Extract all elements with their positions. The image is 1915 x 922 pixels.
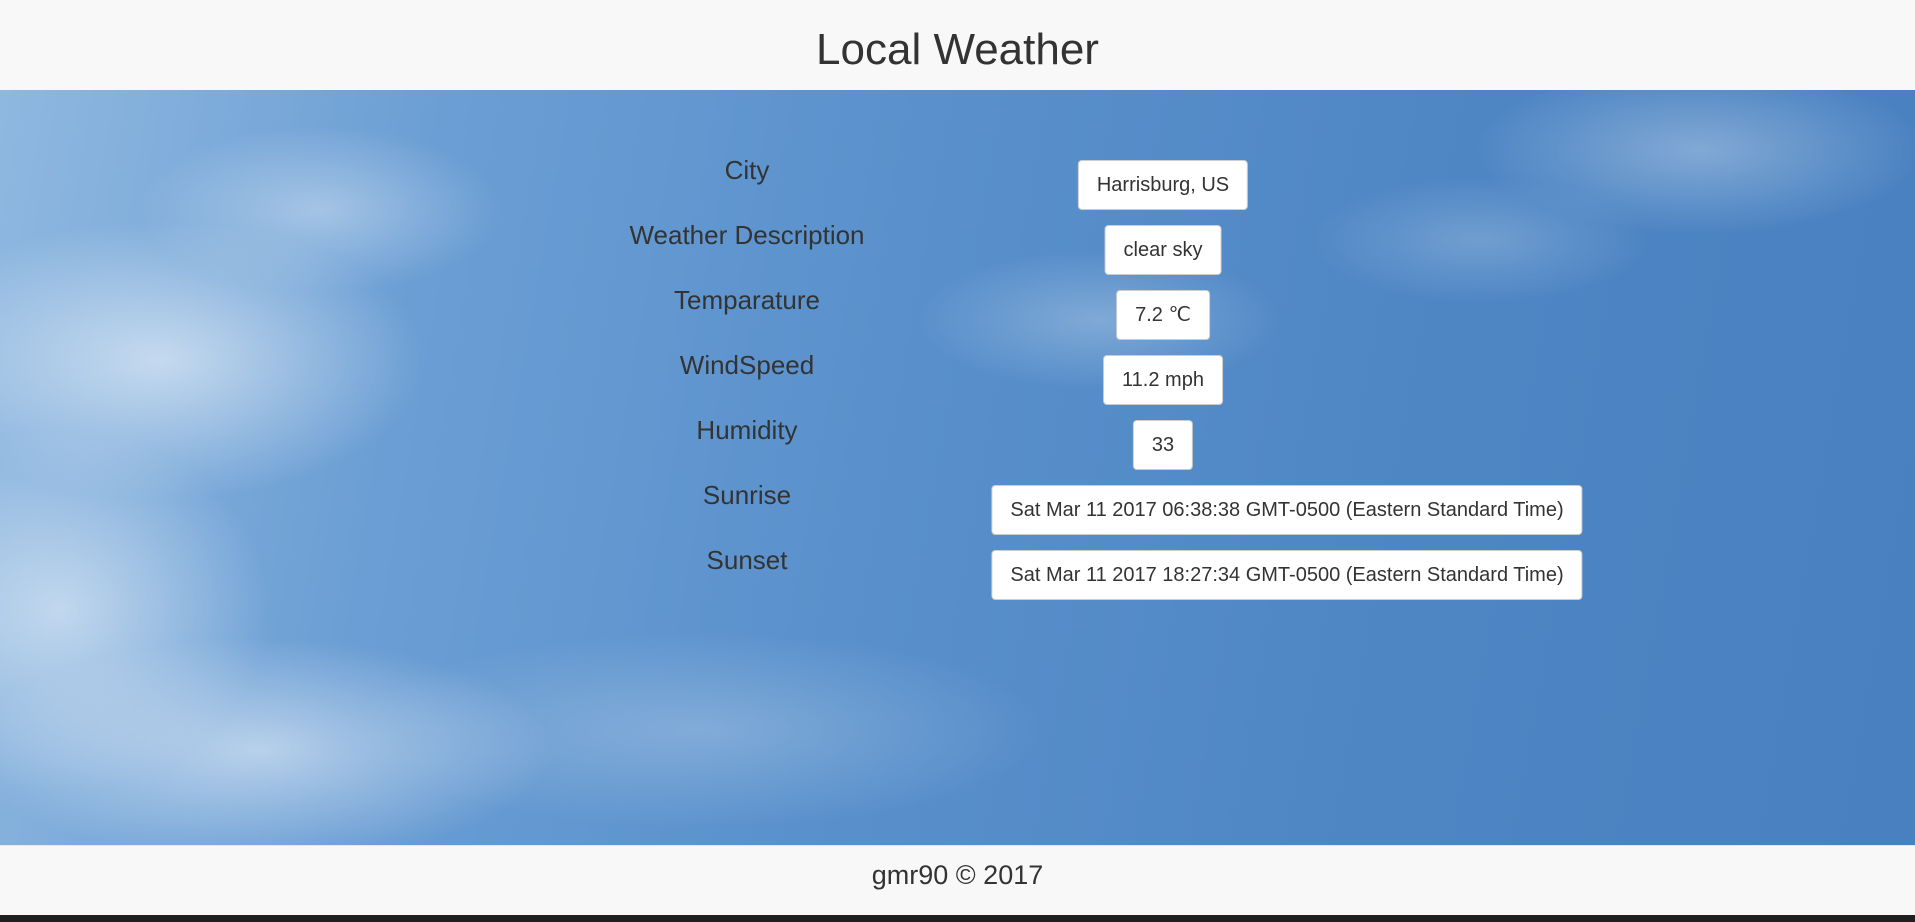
weather-row-description: Weather Description clear sky (0, 215, 1915, 280)
city-value: Harrisburg, US (1077, 160, 1249, 210)
sunset-value: Sat Mar 11 2017 18:27:34 GMT-0500 (Easte… (991, 550, 1583, 600)
weather-row-sunset: Sunset Sat Mar 11 2017 18:27:34 GMT-0500… (0, 540, 1915, 605)
page-header: Local Weather (0, 0, 1915, 90)
sunset-label: Sunset (706, 545, 788, 575)
os-taskbar-strip (0, 915, 1915, 922)
sky-background: City Harrisburg, US Weather Description … (0, 90, 1915, 845)
weather-row-temperature: Temparature 7.2 ℃ (0, 280, 1915, 345)
humidity-value: 33 (1132, 420, 1194, 470)
sunrise-value: Sat Mar 11 2017 06:38:38 GMT-0500 (Easte… (991, 485, 1583, 535)
copyright-text: gmr90 © 2017 (871, 860, 1044, 890)
temperature-value: 7.2 ℃ (1116, 290, 1210, 340)
page-footer: gmr90 © 2017 (0, 845, 1915, 916)
weather-description-value: clear sky (1104, 225, 1222, 275)
weather-row-city: City Harrisburg, US (0, 150, 1915, 215)
sunrise-label: Sunrise (702, 480, 792, 510)
weather-row-sunrise: Sunrise Sat Mar 11 2017 06:38:38 GMT-050… (0, 475, 1915, 540)
windspeed-label: WindSpeed (679, 350, 815, 380)
weather-row-humidity: Humidity 33 (0, 410, 1915, 475)
city-label: City (724, 155, 770, 185)
weather-row-windspeed: WindSpeed 11.2 mph (0, 345, 1915, 410)
temperature-label: Temparature (674, 285, 820, 315)
page-title: Local Weather (816, 25, 1099, 74)
weather-description-label: Weather Description (629, 220, 865, 250)
humidity-label: Humidity (696, 415, 798, 445)
windspeed-value: 11.2 mph (1103, 355, 1223, 405)
